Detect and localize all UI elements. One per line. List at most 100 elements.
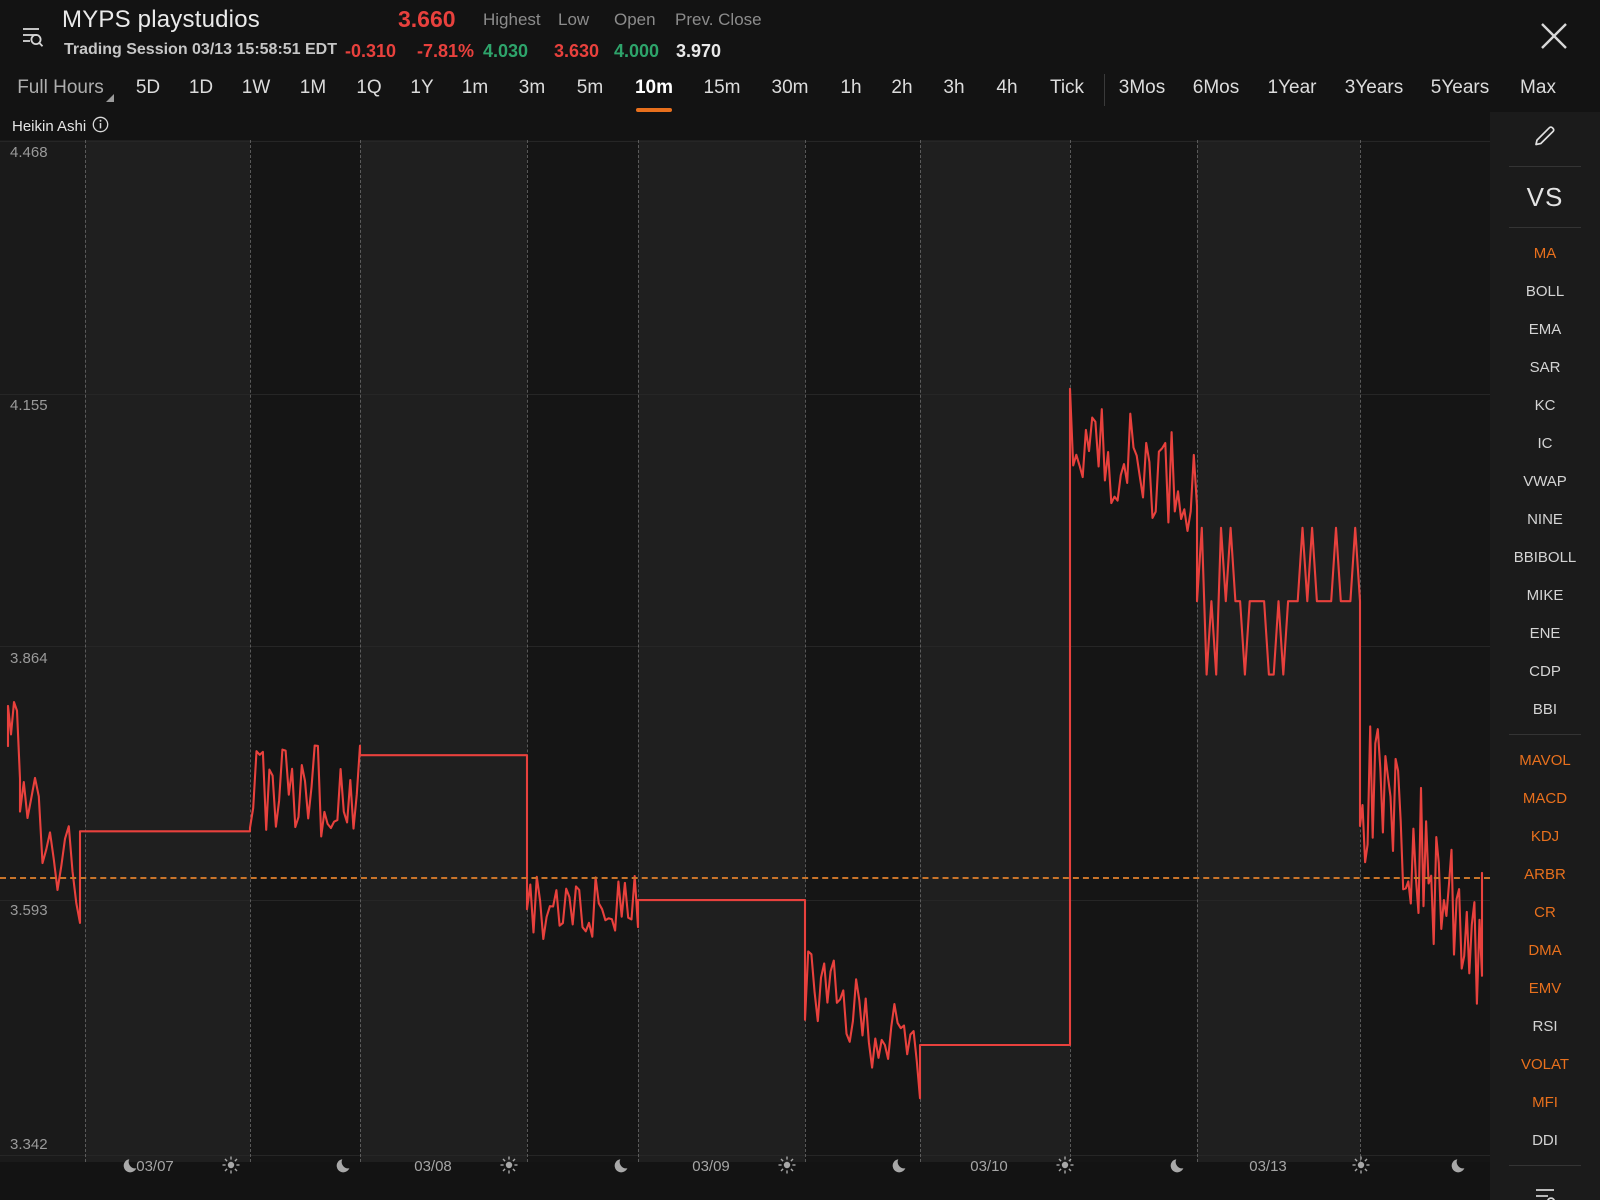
moon-icon (1450, 1155, 1470, 1180)
moon-icon (1169, 1155, 1189, 1180)
indicator-mike[interactable]: MIKE (1490, 576, 1600, 614)
y-axis-label: 4.155 (10, 397, 48, 414)
tab-3mos[interactable]: 3Mos (1110, 68, 1174, 108)
indicator-bbi[interactable]: BBI (1490, 690, 1600, 728)
timeframe-bar: Full Hours 5D 1D 1W 1M 1Q 1Y 1m 3m 5m 10… (0, 68, 1600, 110)
chart-type-label-row[interactable]: Heikin Ashi (12, 116, 109, 137)
indicator-ma[interactable]: MA (1490, 234, 1600, 272)
tab-5d[interactable]: 5D (127, 68, 169, 108)
indicator-mavol[interactable]: MAVOL (1490, 741, 1600, 779)
indicator-ene[interactable]: ENE (1490, 614, 1600, 652)
tab-6mos[interactable]: 6Mos (1184, 68, 1248, 108)
moon-icon (335, 1155, 355, 1180)
stat-label-open: Open (614, 10, 656, 29)
indicator-ema[interactable]: EMA (1490, 310, 1600, 348)
indicator-rsi[interactable]: RSI (1490, 1007, 1600, 1045)
tab-30min[interactable]: 30m (762, 68, 818, 108)
x-axis-date: 03/10 (970, 1158, 1008, 1175)
ticker-title-row: MYPS playstudios (62, 6, 260, 36)
indicator-ic[interactable]: IC (1490, 424, 1600, 462)
prev-close-reference-line (0, 877, 1490, 879)
divider (1509, 166, 1581, 167)
y-axis-label: 3.342 (10, 1136, 48, 1153)
sun-icon (221, 1155, 241, 1180)
divider (1509, 227, 1581, 228)
tab-tick[interactable]: Tick (1038, 68, 1096, 108)
tab-1year[interactable]: 1Year (1258, 68, 1326, 108)
tab-1h[interactable]: 1h (830, 68, 872, 108)
tab-10min[interactable]: 10m (626, 68, 682, 108)
tab-1d[interactable]: 1D (180, 68, 222, 108)
indicator-kc[interactable]: KC (1490, 386, 1600, 424)
y-axis-label: 3.593 (10, 902, 48, 919)
stat-value-prev-close: 3.970 (676, 41, 722, 61)
tab-1min[interactable]: 1m (454, 68, 496, 108)
chart-type-label: Heikin Ashi (12, 118, 87, 135)
change-percent: -7.81% (417, 41, 475, 61)
stat-label-low: Low (558, 10, 590, 29)
indicator-sidebar: VS MA BOLL EMA SAR KC IC VWAP NINE BBIBO… (1490, 112, 1600, 1200)
indicator-sar[interactable]: SAR (1490, 348, 1600, 386)
pencil-icon[interactable] (1490, 112, 1600, 160)
header: MYPS playstudios 3.660 Highest Low Open … (0, 0, 1600, 70)
indicator-dma[interactable]: DMA (1490, 931, 1600, 969)
indicator-arbr[interactable]: ARBR (1490, 855, 1600, 893)
tab-1q[interactable]: 1Q (348, 68, 390, 108)
chevron-down-icon[interactable] (106, 94, 114, 102)
list-search-icon[interactable] (14, 16, 50, 56)
compare-vs-button[interactable]: VS (1490, 173, 1600, 221)
sun-icon (499, 1155, 519, 1180)
ticker-title: MYPS playstudios (62, 6, 260, 33)
tab-3years[interactable]: 3Years (1334, 68, 1414, 108)
price-plot[interactable]: + (0, 140, 1490, 1162)
indicator-mfi[interactable]: MFI (1490, 1083, 1600, 1121)
indicator-volat[interactable]: VOLAT (1490, 1045, 1600, 1083)
tab-3min[interactable]: 3m (510, 68, 554, 108)
indicator-bbiboll[interactable]: BBIBOLL (1490, 538, 1600, 576)
tab-5years[interactable]: 5Years (1420, 68, 1500, 108)
indicator-cr[interactable]: CR (1490, 893, 1600, 931)
stat-label-prev-close: Prev. Close (675, 10, 762, 29)
x-axis-date: 03/07 (136, 1158, 174, 1175)
toolbar-divider (1104, 74, 1105, 106)
tab-4h[interactable]: 4h (986, 68, 1028, 108)
tab-3h[interactable]: 3h (933, 68, 975, 108)
tab-15min[interactable]: 15m (696, 68, 748, 108)
tab-max[interactable]: Max (1508, 68, 1568, 108)
chart-app: MYPS playstudios 3.660 Highest Low Open … (0, 0, 1600, 1200)
x-axis-date: 03/09 (692, 1158, 730, 1175)
indicator-boll[interactable]: BOLL (1490, 272, 1600, 310)
stat-value-highest: 4.030 (483, 41, 529, 61)
tab-2h[interactable]: 2h (881, 68, 923, 108)
indicator-kdj[interactable]: KDJ (1490, 817, 1600, 855)
sun-icon (1351, 1155, 1371, 1180)
tab-1m-month[interactable]: 1M (292, 68, 334, 108)
indicator-vwap[interactable]: VWAP (1490, 462, 1600, 500)
indicator-cdp[interactable]: CDP (1490, 652, 1600, 690)
stat-label-highest: Highest (483, 10, 541, 29)
y-axis-label: 3.864 (10, 650, 48, 667)
close-icon[interactable] (1532, 14, 1576, 58)
indicator-ddi[interactable]: DDI (1490, 1121, 1600, 1159)
stat-value-open: 4.000 (614, 41, 660, 61)
moon-icon (891, 1155, 911, 1180)
settings-sliders-icon[interactable] (1490, 1172, 1600, 1200)
session-selector[interactable]: Full Hours (8, 68, 113, 108)
tab-5min[interactable]: 5m (568, 68, 612, 108)
indicator-nine[interactable]: NINE (1490, 500, 1600, 538)
x-axis-date: 03/13 (1249, 1158, 1287, 1175)
divider (1509, 1165, 1581, 1166)
info-icon[interactable] (92, 116, 109, 137)
x-axis-date: 03/08 (414, 1158, 452, 1175)
last-price: 3.660 (398, 6, 456, 32)
indicator-emv[interactable]: EMV (1490, 969, 1600, 1007)
tab-1w[interactable]: 1W (235, 68, 277, 108)
chart-area: Heikin Ashi 4.468 4.155 3.864 3.593 3.34… (0, 112, 1490, 1200)
moon-icon (613, 1155, 633, 1180)
tab-1y[interactable]: 1Y (401, 68, 443, 108)
sun-icon (777, 1155, 797, 1180)
indicator-macd[interactable]: MACD (1490, 779, 1600, 817)
session-label: Trading Session 03/13 15:58:51 EDT (64, 41, 338, 58)
stat-value-low: 3.630 (554, 41, 600, 61)
x-axis: 03/07 03/08 03/09 03/10 03/13 (0, 1152, 1490, 1200)
